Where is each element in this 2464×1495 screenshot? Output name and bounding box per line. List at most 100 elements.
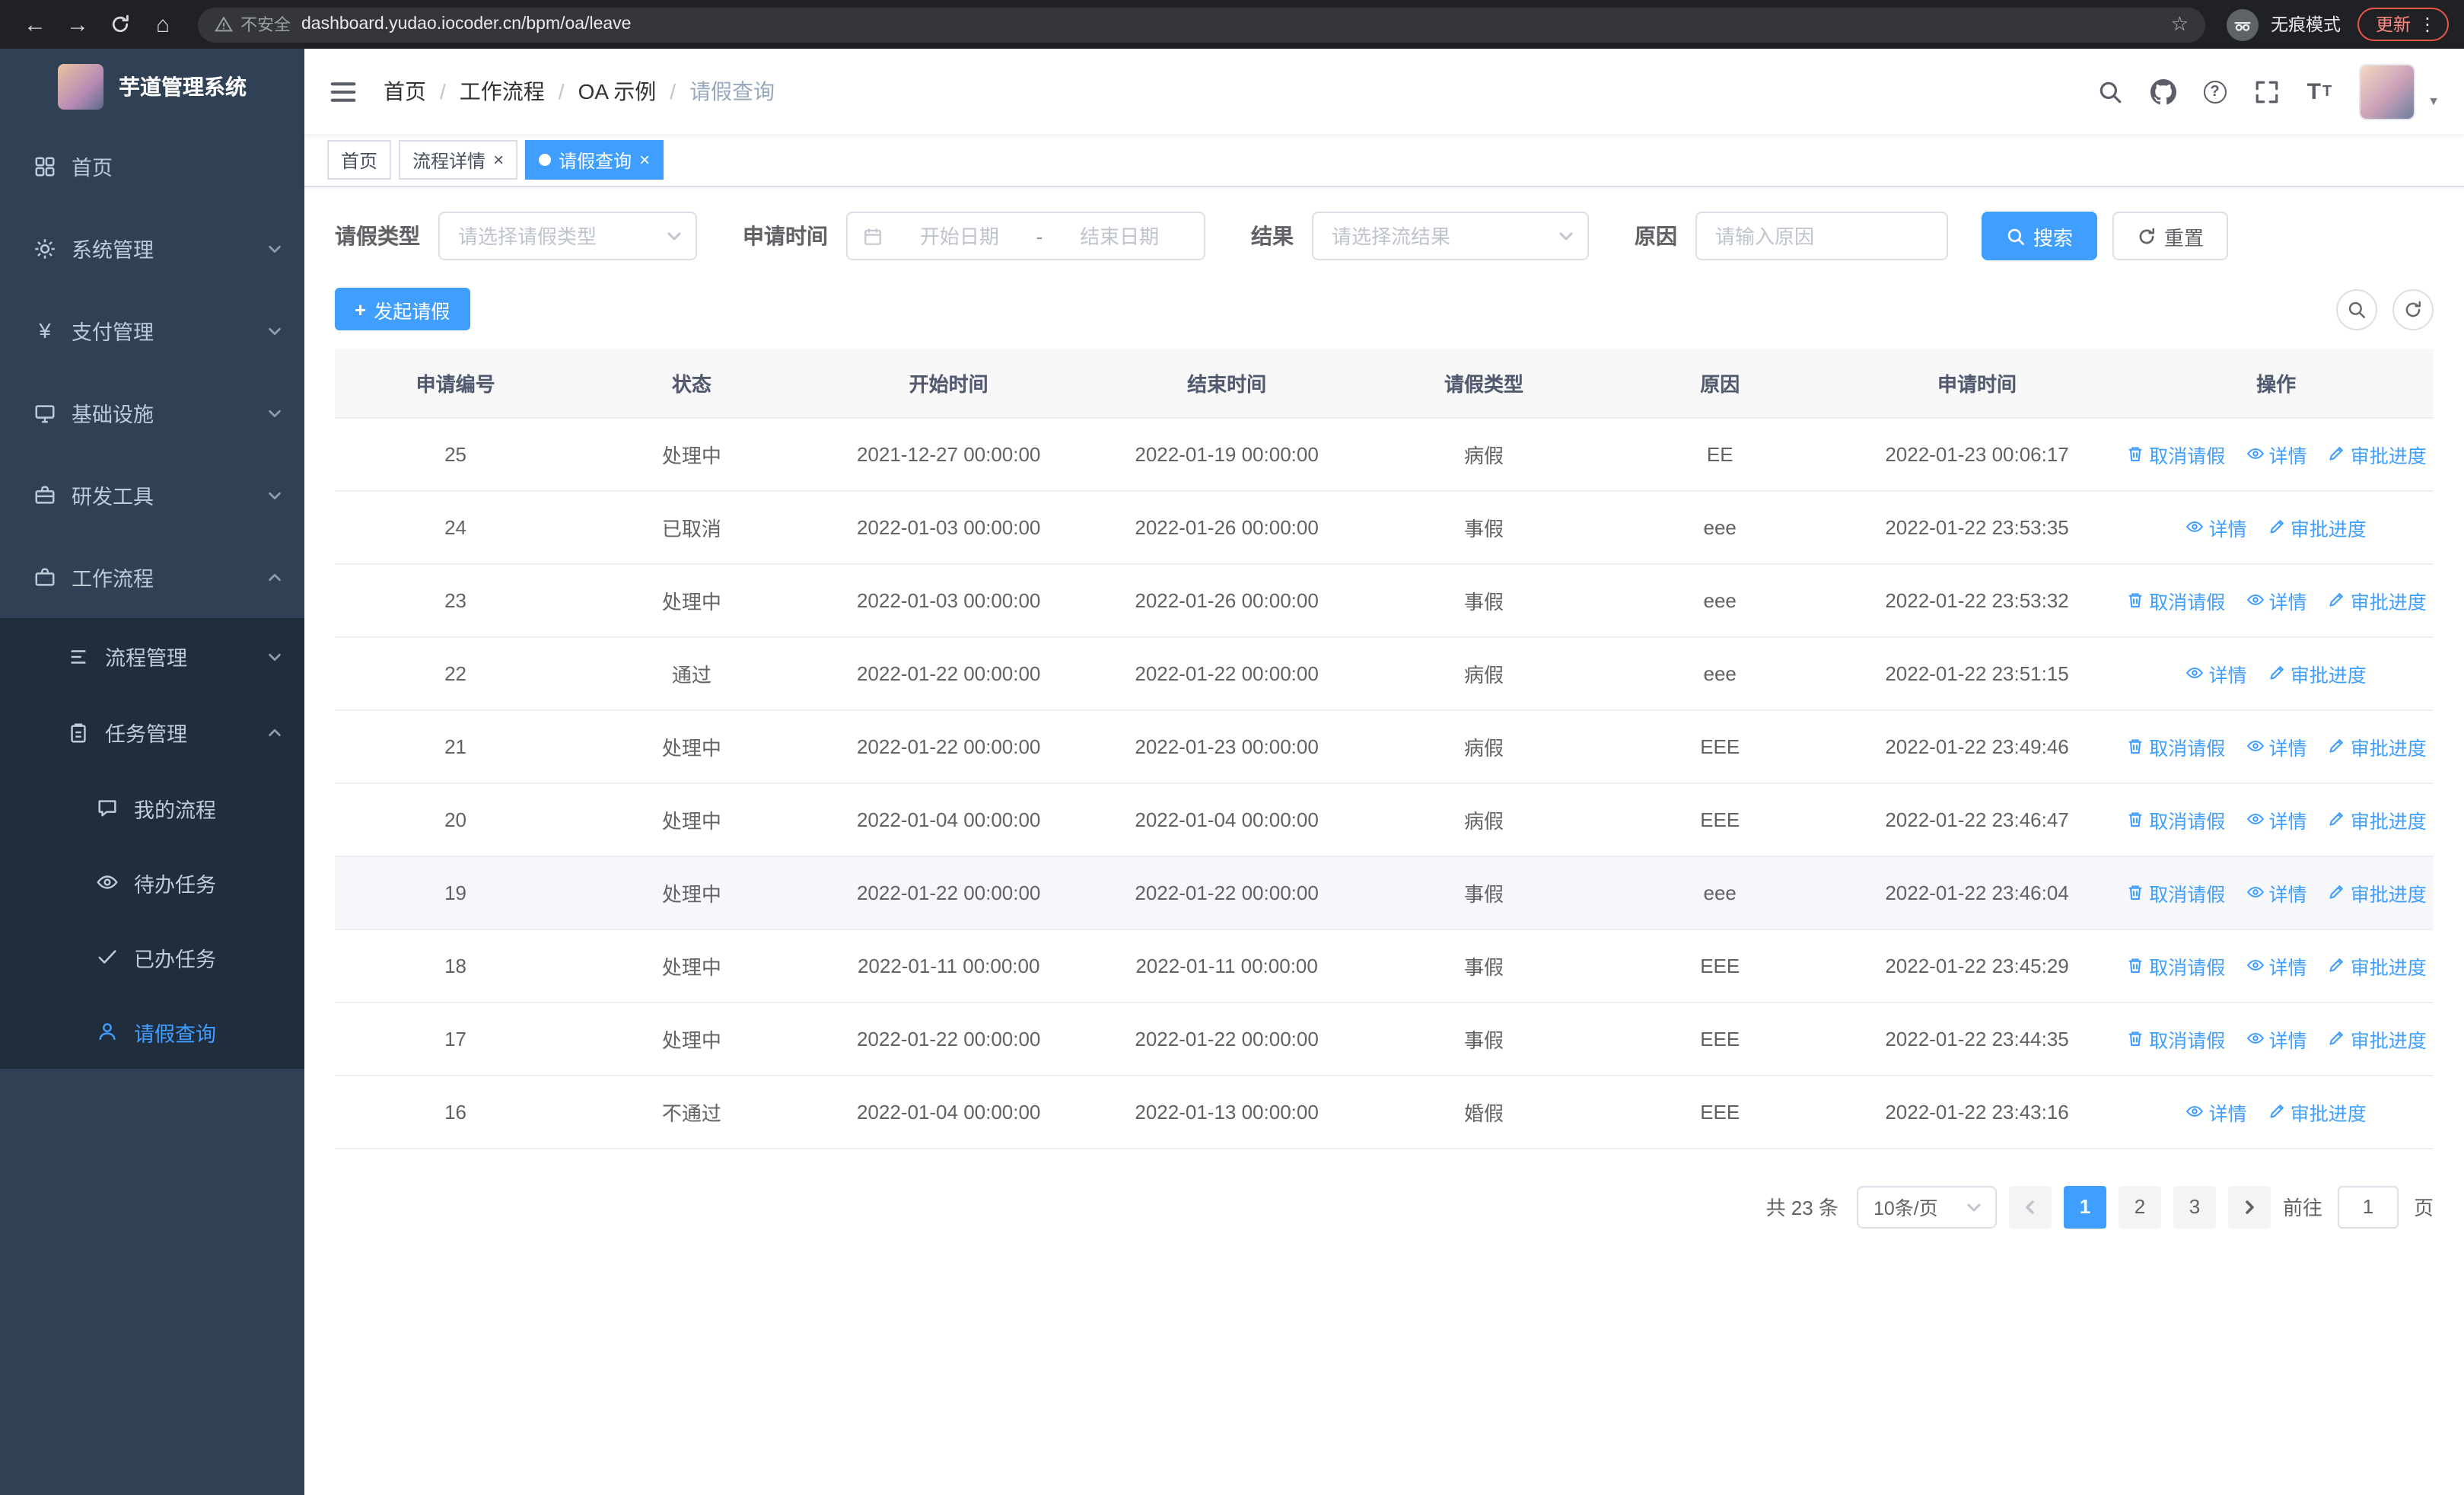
approval-progress-link[interactable]: 审批进度 bbox=[2268, 1097, 2367, 1126]
page-number-button[interactable]: 2 bbox=[2118, 1185, 2161, 1228]
reason-field[interactable] bbox=[1695, 212, 1948, 260]
app-logo[interactable]: 芋道管理系统 bbox=[0, 49, 304, 125]
detail-link[interactable]: 详情 bbox=[2246, 805, 2307, 834]
header-search-icon[interactable] bbox=[2097, 78, 2123, 104]
detail-link[interactable]: 详情 bbox=[2246, 585, 2307, 614]
pagination-total: 共 23 条 bbox=[1765, 1197, 1838, 1219]
approval-progress-link[interactable]: 审批进度 bbox=[2328, 585, 2427, 614]
toggle-search-button[interactable] bbox=[2336, 288, 2377, 330]
cell-id: 18 bbox=[335, 929, 577, 1003]
breadcrumb-workflow[interactable]: 工作流程 bbox=[460, 76, 545, 107]
bookmark-star-icon[interactable]: ☆ bbox=[2171, 12, 2189, 37]
incognito-icon bbox=[2227, 8, 2259, 40]
start-date-input[interactable] bbox=[890, 225, 1029, 247]
browser-menu-icon[interactable]: ⋮ bbox=[2418, 14, 2437, 35]
tab-home[interactable]: 首页 bbox=[327, 140, 392, 180]
approval-progress-link[interactable]: 审批进度 bbox=[2328, 878, 2427, 907]
goto-page-input[interactable] bbox=[2337, 1185, 2399, 1228]
trash-icon bbox=[2128, 447, 2142, 462]
detail-link[interactable]: 详情 bbox=[2185, 658, 2246, 687]
approval-progress-link[interactable]: 审批进度 bbox=[2268, 512, 2367, 541]
detail-link[interactable]: 详情 bbox=[2246, 878, 2307, 907]
browser-forward-icon[interactable]: → bbox=[58, 5, 97, 44]
chevron-down-icon bbox=[269, 652, 281, 661]
user-avatar[interactable] bbox=[2359, 63, 2416, 120]
result-input[interactable] bbox=[1332, 225, 1557, 247]
detail-link[interactable]: 详情 bbox=[2185, 512, 2246, 541]
breadcrumb-home[interactable]: 首页 bbox=[384, 76, 426, 107]
prev-page-button[interactable] bbox=[2008, 1185, 2052, 1228]
reset-button[interactable]: 重置 bbox=[2112, 212, 2229, 260]
tab-leave-query[interactable]: 请假查询 × bbox=[525, 140, 664, 180]
reason-input[interactable] bbox=[1715, 225, 1928, 247]
approval-progress-link[interactable]: 审批进度 bbox=[2328, 805, 2427, 834]
sidebar-item-home[interactable]: 首页 bbox=[0, 125, 304, 207]
security-warning[interactable]: 不安全 bbox=[215, 12, 291, 37]
sidebar-item-dev-tools[interactable]: 研发工具 bbox=[0, 454, 304, 536]
result-select[interactable] bbox=[1312, 212, 1589, 260]
font-size-icon[interactable]: TT bbox=[2307, 78, 2332, 104]
next-page-button[interactable] bbox=[2227, 1185, 2271, 1228]
detail-link[interactable]: 详情 bbox=[2246, 951, 2307, 980]
help-icon[interactable]: ? bbox=[2203, 80, 2227, 103]
close-icon[interactable]: × bbox=[639, 151, 650, 169]
sidebar-toggle-icon[interactable] bbox=[329, 77, 358, 106]
browser-back-icon[interactable]: ← bbox=[15, 5, 55, 44]
approval-progress-link[interactable]: 审批进度 bbox=[2328, 1024, 2427, 1053]
address-bar[interactable]: 不安全 dashboard.yudao.iocoder.cn/bpm/oa/le… bbox=[198, 7, 2205, 42]
cancel-leave-link[interactable]: 取消请假 bbox=[2126, 878, 2225, 907]
sidebar-item-workflow[interactable]: 工作流程 bbox=[0, 536, 304, 618]
search-button[interactable]: 搜索 bbox=[1982, 212, 2098, 260]
cancel-leave-link[interactable]: 取消请假 bbox=[2126, 439, 2225, 468]
cancel-leave-link[interactable]: 取消请假 bbox=[2126, 732, 2225, 760]
detail-link[interactable]: 详情 bbox=[2185, 1097, 2246, 1126]
warning-icon bbox=[215, 16, 233, 32]
detail-link[interactable]: 详情 bbox=[2246, 732, 2307, 760]
cell-status: 处理中 bbox=[576, 709, 807, 783]
cell-leave-type: 事假 bbox=[1363, 1002, 1605, 1076]
cell-status: 处理中 bbox=[576, 929, 807, 1003]
user-icon bbox=[99, 1023, 116, 1040]
end-date-input[interactable] bbox=[1050, 225, 1189, 247]
approval-progress-link[interactable]: 审批进度 bbox=[2268, 658, 2367, 687]
approval-progress-link[interactable]: 审批进度 bbox=[2328, 951, 2427, 980]
detail-link[interactable]: 详情 bbox=[2246, 1024, 2307, 1053]
page-number-button[interactable]: 1 bbox=[2063, 1185, 2106, 1228]
close-icon[interactable]: × bbox=[493, 151, 504, 169]
cancel-leave-link[interactable]: 取消请假 bbox=[2126, 951, 2225, 980]
approval-progress-link[interactable]: 审批进度 bbox=[2328, 439, 2427, 468]
approval-progress-link[interactable]: 审批进度 bbox=[2328, 732, 2427, 760]
sidebar-item-infrastructure[interactable]: 基础设施 bbox=[0, 371, 304, 454]
sidebar-item-process-mgmt[interactable]: 流程管理 bbox=[0, 618, 304, 694]
sidebar-item-task-mgmt[interactable]: 任务管理 bbox=[0, 694, 304, 770]
sidebar-item-todo-tasks[interactable]: 待办任务 bbox=[0, 845, 304, 920]
sidebar-item-done-tasks[interactable]: 已办任务 bbox=[0, 920, 304, 994]
cancel-leave-link[interactable]: 取消请假 bbox=[2126, 805, 2225, 834]
apply-time-range[interactable]: - bbox=[846, 212, 1205, 260]
page-number-button[interactable]: 3 bbox=[2173, 1185, 2216, 1228]
cancel-leave-link[interactable]: 取消请假 bbox=[2126, 1024, 2225, 1053]
create-leave-button[interactable]: + 发起请假 bbox=[335, 288, 470, 330]
cancel-leave-link[interactable]: 取消请假 bbox=[2126, 585, 2225, 614]
tab-process-detail[interactable]: 流程详情 × bbox=[399, 140, 518, 180]
browser-home-icon[interactable]: ⌂ bbox=[143, 5, 183, 44]
cell-leave-type: 事假 bbox=[1363, 563, 1605, 637]
refresh-table-button[interactable] bbox=[2392, 288, 2434, 330]
cell-actions: 取消请假 详情 审批进度 bbox=[2119, 1002, 2434, 1076]
page-size-select[interactable]: 10条/页 bbox=[1856, 1185, 1997, 1228]
detail-link[interactable]: 详情 bbox=[2246, 439, 2307, 468]
sidebar-item-my-process[interactable]: 我的流程 bbox=[0, 770, 304, 845]
breadcrumb-oa-example[interactable]: OA 示例 bbox=[578, 76, 657, 107]
user-menu-caret-icon[interactable]: ▼ bbox=[2427, 94, 2440, 107]
browser-update-button[interactable]: 更新 ⋮ bbox=[2357, 8, 2449, 41]
fullscreen-icon[interactable] bbox=[2254, 78, 2280, 104]
trash-icon bbox=[2128, 812, 2142, 827]
sidebar-item-system-mgmt[interactable]: 系统管理 bbox=[0, 207, 304, 289]
sidebar-item-leave-query[interactable]: 请假查询 bbox=[0, 994, 304, 1069]
leave-type-select[interactable] bbox=[438, 212, 697, 260]
table-row: 21 处理中 2022-01-22 00:00:00 2022-01-23 00… bbox=[335, 709, 2434, 783]
leave-type-input[interactable] bbox=[458, 225, 665, 247]
github-icon[interactable] bbox=[2150, 78, 2176, 104]
browser-reload-icon[interactable] bbox=[100, 5, 140, 44]
sidebar-item-payment-mgmt[interactable]: ¥ 支付管理 bbox=[0, 289, 304, 371]
